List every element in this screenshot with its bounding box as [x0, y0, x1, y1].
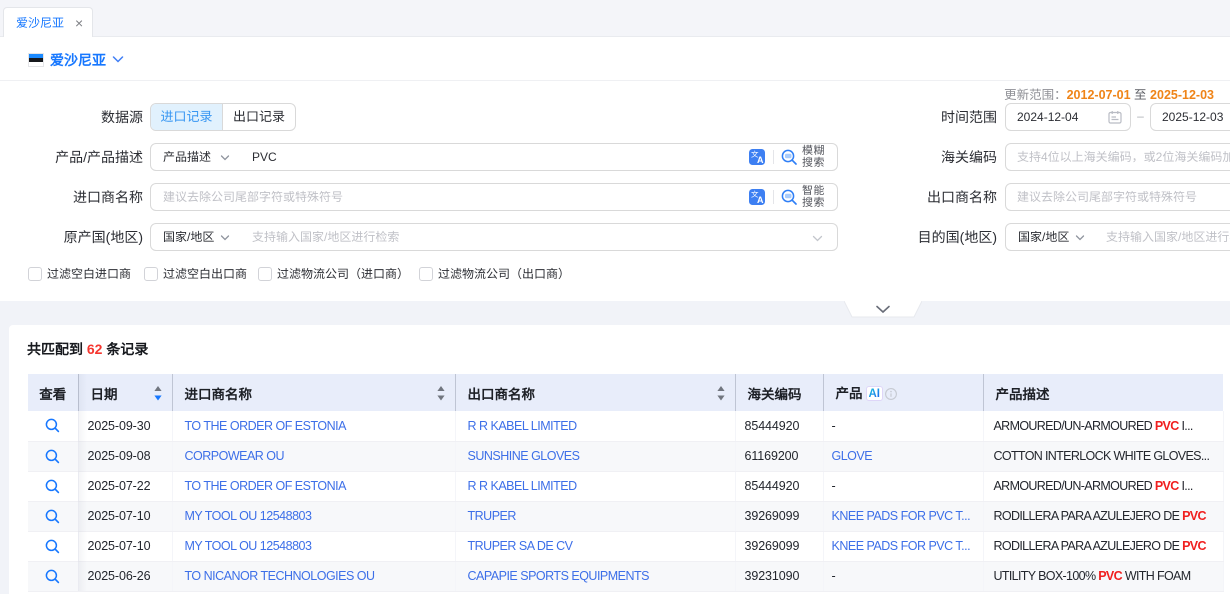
- svg-text:A: A: [757, 155, 764, 165]
- svg-text:A: A: [757, 195, 764, 205]
